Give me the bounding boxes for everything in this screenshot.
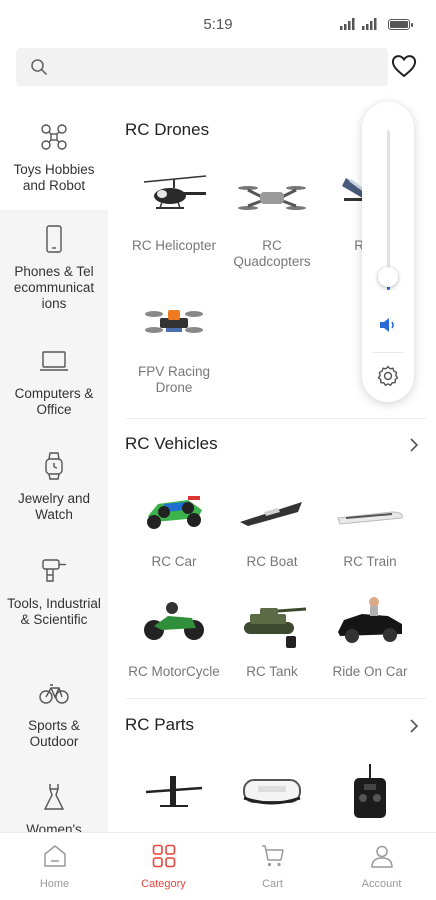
section-title-rc-vehicles: RC Vehicles <box>125 434 218 453</box>
speaker-icon[interactable] <box>377 316 399 334</box>
rc-train-image <box>337 511 403 525</box>
product-category-item[interactable]: RC Car <box>124 482 224 570</box>
sidebar-item-phones[interactable]: Phones & Tel ecommunicat ions <box>0 224 108 312</box>
rc-boat-image <box>240 502 302 526</box>
item-label: RC Tank <box>246 664 298 679</box>
sidebar-item-label: Women's <box>26 822 82 832</box>
product-category-item[interactable] <box>320 762 420 832</box>
signal-icon <box>362 18 377 30</box>
product-category-item[interactable]: RC Boat <box>222 482 322 570</box>
tab-home[interactable]: Home <box>0 843 109 890</box>
drone-icon <box>41 124 67 150</box>
tab-account[interactable]: Account <box>327 843 436 890</box>
account-icon <box>370 845 393 868</box>
sidebar-item-sports[interactable]: Sports & Outdoor <box>0 678 108 750</box>
home-icon <box>43 845 66 867</box>
sidebar-item-computers[interactable]: Computers & Office <box>0 346 108 418</box>
sidebar-item-tools[interactable]: Tools, Industrial & Scientific <box>0 556 108 628</box>
propeller-image <box>145 776 203 807</box>
tab-label: Category <box>141 878 186 890</box>
category-grid-icon <box>152 844 175 868</box>
volume-panel <box>362 102 414 402</box>
signal-icon <box>340 18 355 30</box>
product-category-item[interactable]: RC Tank <box>222 592 322 680</box>
helicopter-image <box>143 175 207 209</box>
item-label: RC Boat <box>246 554 298 569</box>
rc-tank-image <box>244 607 307 648</box>
section-divider <box>125 698 426 699</box>
sidebar-item-label: Tools, Industrial & Scientific <box>7 596 101 627</box>
item-label: RC Train <box>343 554 397 569</box>
section-title-rc-parts: RC Parts <box>125 715 194 734</box>
volume-slider-knob[interactable] <box>378 267 398 287</box>
volume-slider-track[interactable] <box>387 130 390 290</box>
bicycle-icon <box>39 684 69 704</box>
drill-icon <box>42 559 66 582</box>
item-label: RC Car <box>151 554 197 569</box>
rc-motorcycle-image <box>144 602 204 640</box>
item-label: RC Quadcopters <box>233 238 311 269</box>
category-sidebar: Toys Hobbies and Robot Phones & Tel ecom… <box>0 96 108 832</box>
bottom-navigation: Home Category Cart Account <box>0 832 436 900</box>
section-divider <box>125 418 426 419</box>
tab-label: Cart <box>262 878 283 890</box>
search-bar[interactable] <box>16 48 388 86</box>
status-bar: 5:19 <box>0 0 436 48</box>
volume-panel-divider <box>372 352 404 353</box>
product-category-item[interactable] <box>124 762 224 832</box>
item-label: FPV Racing Drone <box>137 364 211 395</box>
sidebar-item-label: Phones & Tel ecommunicat ions <box>13 264 95 311</box>
heart-icon[interactable] <box>390 52 418 80</box>
watch-icon <box>45 452 63 480</box>
sidebar-item-jewelry[interactable]: Jewelry and Watch <box>0 451 108 523</box>
phone-icon <box>46 225 62 253</box>
product-category-item[interactable]: Ride On Car <box>320 592 420 680</box>
transmitter-image <box>354 764 386 818</box>
tab-label: Home <box>39 878 70 890</box>
item-label: RC MotorCycle <box>128 664 220 679</box>
product-category-item[interactable]: RC Helicopter <box>124 166 224 254</box>
tab-category[interactable]: Category <box>109 843 218 890</box>
chevron-right-icon[interactable] <box>406 437 422 453</box>
sidebar-item-label: Toys Hobbies and Robot <box>13 162 95 193</box>
item-label: RC Helicopter <box>131 238 217 253</box>
quadcopter-image <box>238 186 306 210</box>
chevron-right-icon[interactable] <box>406 718 422 734</box>
product-category-item[interactable]: RC MotorCycle <box>124 592 224 680</box>
sidebar-item-label: Sports & Outdoor <box>28 718 80 749</box>
product-category-item[interactable] <box>222 762 322 832</box>
sidebar-item-label: Jewelry and Watch <box>17 491 91 522</box>
tab-cart[interactable]: Cart <box>218 843 327 890</box>
search-icon <box>31 59 47 75</box>
sidebar-item-toys-hobbies[interactable]: Toys Hobbies and Robot <box>0 96 108 210</box>
item-label: Ride On Car <box>332 664 408 679</box>
laptop-icon <box>40 351 68 371</box>
product-category-item[interactable]: RC Train <box>320 482 420 570</box>
gear-icon[interactable] <box>376 364 400 388</box>
dress-icon <box>43 784 65 810</box>
search-input[interactable] <box>60 48 370 86</box>
product-category-item[interactable]: RC Quadcopters <box>222 166 322 270</box>
sidebar-item-womens[interactable]: Women's <box>0 782 108 832</box>
fpv-drone-image <box>145 310 203 333</box>
fpv-goggles-image <box>243 779 301 805</box>
section-title-rc-drones: RC Drones <box>125 120 210 139</box>
product-category-item[interactable]: FPV Racing Drone <box>124 292 224 396</box>
battery-icon <box>388 19 413 30</box>
sidebar-item-label: Computers & Office <box>14 386 94 417</box>
ride-on-car-image <box>338 597 402 643</box>
rc-car-image <box>147 496 202 529</box>
cart-icon <box>261 845 284 867</box>
tab-label: Account <box>361 878 402 890</box>
